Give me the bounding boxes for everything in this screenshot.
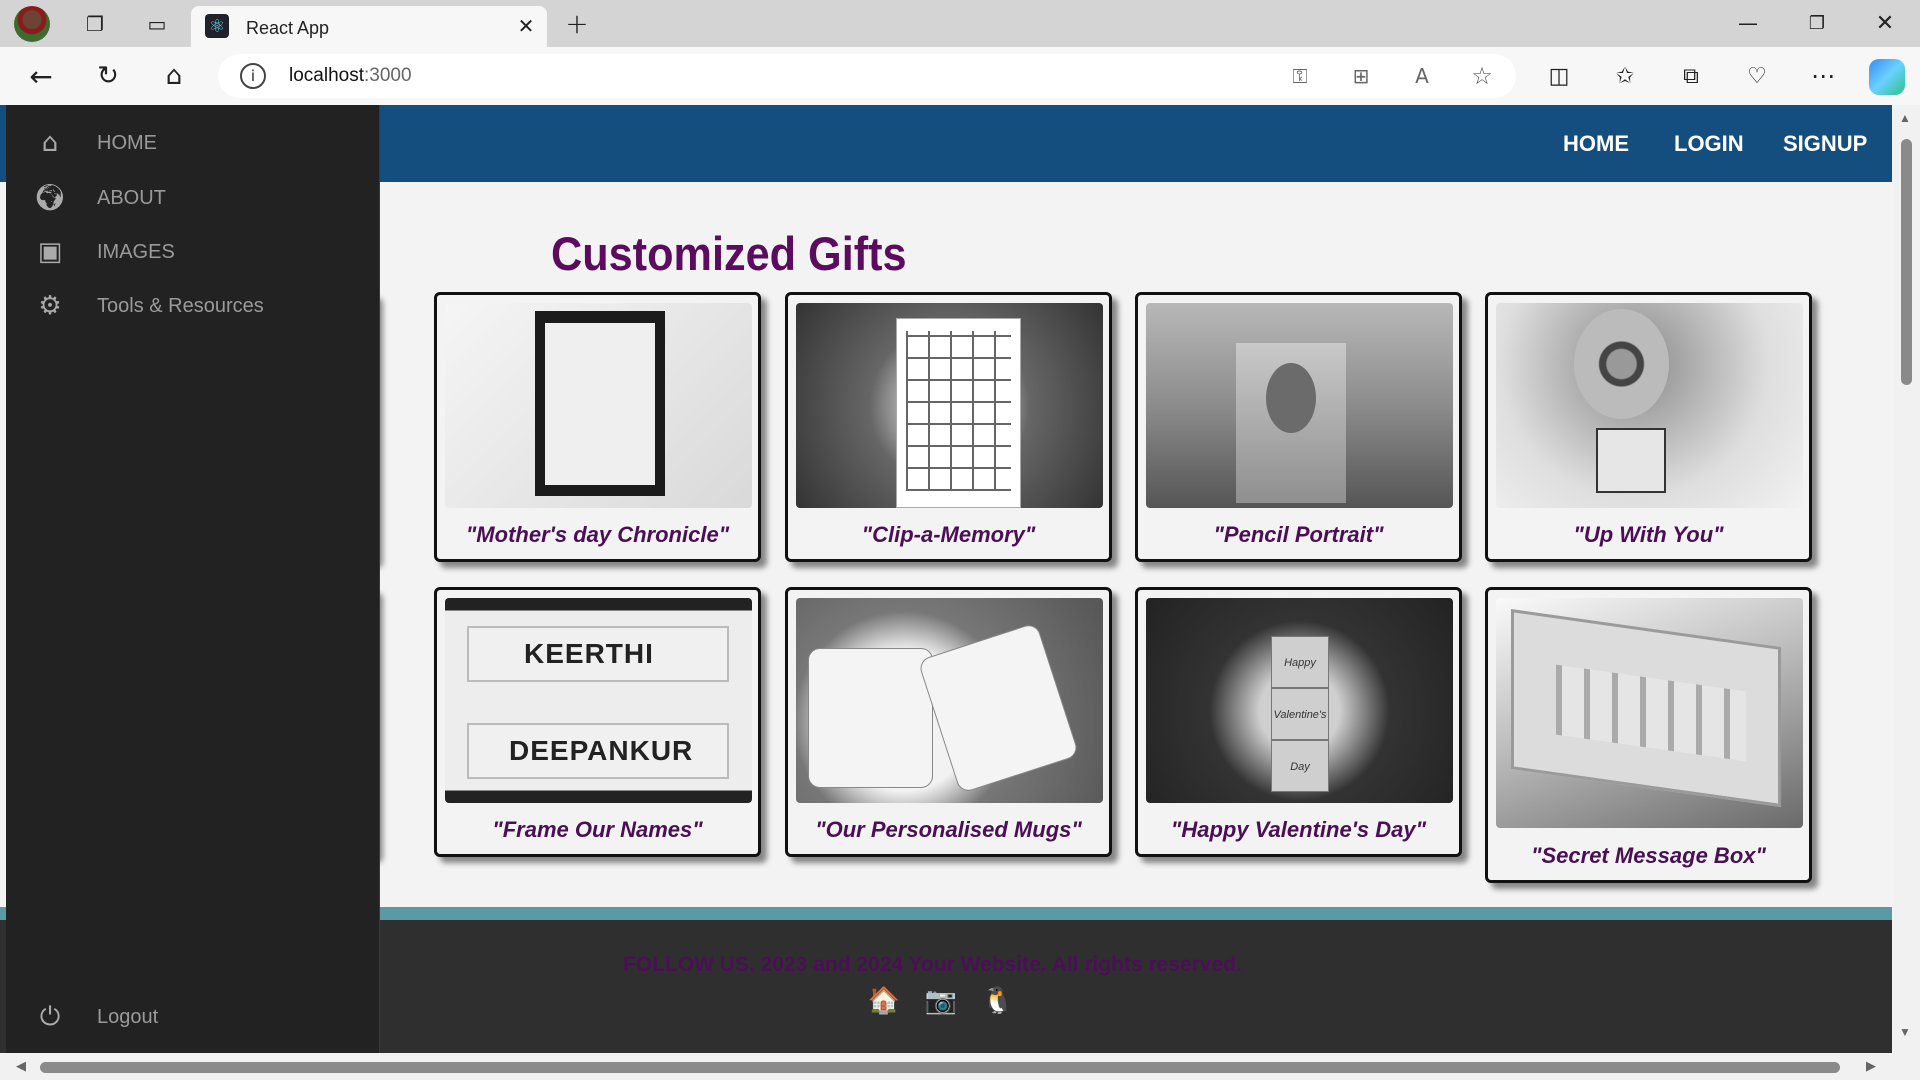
gift-caption: "Our Personalised Mugs" — [815, 817, 1082, 842]
scroll-down-arrow-icon[interactable]: ▼ — [1899, 1025, 1911, 1039]
favorite-star-icon[interactable]: ☆ — [1468, 62, 1496, 90]
mothers-day-chronicle-image — [445, 303, 752, 508]
vertical-scrollbar[interactable]: ▲ ▼ — [1893, 105, 1920, 1053]
address-bar[interactable]: i localhost:3000 ⚿ ⊞ A ☆ — [218, 54, 1516, 98]
gift-card[interactable]: "Up With You" — [1485, 292, 1812, 562]
gift-card[interactable]: KEERTHI DEEPANKUR "Frame Our Names" — [434, 587, 761, 857]
url-port: :3000 — [364, 65, 412, 86]
minimize-icon[interactable]: — — [1733, 8, 1763, 38]
split-screen-icon[interactable]: ◫ — [1543, 60, 1575, 92]
scroll-right-arrow-icon[interactable]: ▶ — [1866, 1058, 1876, 1074]
vertical-scroll-thumb[interactable] — [1901, 139, 1912, 385]
browser-toolbar: ← ↻ ⌂ i localhost:3000 ⚿ ⊞ A ☆ ◫ ✩ ⧉ ♡ ⋯ — [0, 47, 1920, 105]
sidebar-item-label: Tools & Resources — [97, 295, 264, 317]
gift-caption: "Clip-a-Memory" — [861, 522, 1036, 547]
favorites-icon[interactable]: ✩ — [1609, 60, 1641, 92]
tab-title: React App — [246, 18, 330, 38]
react-favicon-icon: ⚛ — [205, 14, 229, 38]
gift-card[interactable]: "Mother's day Chronicle" — [434, 292, 761, 562]
scroll-left-arrow-icon[interactable]: ◀ — [16, 1058, 26, 1074]
restore-icon[interactable]: ❐ — [1802, 8, 1832, 38]
more-options-icon[interactable]: ⋯ — [1807, 60, 1839, 92]
nameplate-text: KEERTHI — [524, 638, 654, 669]
gift-caption: "Mother's day Chronicle" — [465, 522, 730, 547]
camera-icon: ▣ — [37, 237, 63, 267]
gift-card[interactable]: "Secret Message Box" — [1485, 587, 1812, 883]
sidebar-item-images[interactable]: ▣ IMAGES — [6, 230, 380, 274]
sidebar-item-home[interactable]: ⌂ HOME — [6, 121, 380, 165]
reload-icon[interactable]: ↻ — [92, 60, 124, 92]
gift-card[interactable]: Happy Valentine's Day "Happy Valentine's… — [1135, 587, 1462, 857]
nav-login-link[interactable]: LOGIN — [1674, 131, 1744, 157]
happy-valentines-day-image: Happy Valentine's Day — [1146, 598, 1453, 803]
cube-text: Happy — [1271, 636, 1329, 688]
personalised-mugs-image — [796, 598, 1103, 803]
gift-caption: "Pencil Portrait" — [1213, 522, 1384, 547]
power-icon: ⏻ — [39, 1001, 61, 1032]
active-tab[interactable]: ⚛ React App ✕ — [191, 6, 547, 47]
window-close-icon[interactable]: ✕ — [1870, 8, 1900, 38]
scroll-up-arrow-icon[interactable]: ▲ — [1899, 111, 1911, 125]
camera-emoji-icon[interactable]: 📷 — [925, 985, 957, 1017]
up-with-you-image — [1496, 303, 1803, 508]
browser-tab-bar: ❐ ▭ ⚛ React App ✕ + — ❐ ✕ — [0, 0, 1920, 47]
page-title: Customized Gifts — [551, 227, 907, 280]
nameplate-text: DEEPANKUR — [509, 735, 694, 766]
cube-text: Valentine's — [1271, 688, 1329, 740]
sidebar-item-about[interactable]: 🌍︎ ABOUT — [6, 176, 380, 220]
pencil-portrait-image — [1146, 303, 1453, 508]
page-viewport: HOME LOGIN SIGNUP Customized Gifts " "Mo… — [0, 105, 1920, 1080]
browser-essentials-icon[interactable]: ♡ — [1741, 60, 1773, 92]
profile-avatar[interactable] — [14, 6, 50, 42]
gift-card[interactable]: "Clip-a-Memory" — [785, 292, 1112, 562]
sidebar: ⌂ HOME 🌍︎ ABOUT ▣ IMAGES ⚙ Tools & Resou… — [6, 105, 380, 1053]
clip-a-memory-image — [796, 303, 1103, 508]
house-emoji-icon[interactable]: 🏠 — [868, 985, 900, 1017]
page: HOME LOGIN SIGNUP Customized Gifts " "Mo… — [0, 105, 1895, 1053]
back-icon[interactable]: ← — [25, 60, 57, 93]
sidebar-item-tools-resources[interactable]: ⚙ Tools & Resources — [6, 284, 380, 328]
globe-icon: 🌍︎ — [33, 183, 67, 213]
gift-caption: "Up With You" — [1573, 522, 1724, 547]
url-host: localhost — [289, 65, 364, 86]
gift-caption: "Secret Message Box" — [1531, 843, 1766, 868]
nav-home-link[interactable]: HOME — [1563, 131, 1629, 157]
sidebar-item-label: Logout — [97, 1006, 159, 1028]
url-text[interactable]: localhost:3000 — [289, 65, 412, 87]
penguin-emoji-icon[interactable]: 🐧 — [982, 985, 1014, 1017]
cube-text: Day — [1271, 740, 1329, 792]
sidebar-item-label: HOME — [97, 132, 157, 154]
gift-card[interactable]: "Pencil Portrait" — [1135, 292, 1462, 562]
horizontal-scrollbar[interactable]: ◀ ▶ — [0, 1053, 1920, 1080]
sidebar-item-logout[interactable]: ⏻ Logout — [6, 995, 380, 1039]
secret-message-box-image — [1496, 598, 1803, 828]
password-key-icon[interactable]: ⚿ — [1286, 62, 1314, 90]
horizontal-scroll-thumb[interactable] — [40, 1062, 1840, 1073]
collections-icon[interactable]: ⧉ — [1675, 60, 1707, 92]
gift-card[interactable]: "Our Personalised Mugs" — [785, 587, 1112, 857]
workspaces-icon[interactable]: ❐ — [80, 9, 110, 39]
new-tab-icon[interactable]: + — [562, 7, 592, 40]
gift-caption: "Frame Our Names" — [492, 817, 703, 842]
read-aloud-icon[interactable]: A — [1408, 62, 1436, 90]
site-info-icon[interactable]: i — [240, 63, 266, 89]
gift-caption: "Happy Valentine's Day" — [1170, 817, 1427, 842]
sidebar-item-label: IMAGES — [97, 241, 175, 263]
frame-our-names-image: KEERTHI DEEPANKUR — [445, 598, 752, 803]
app-available-icon[interactable]: ⊞ — [1347, 62, 1375, 90]
sidebar-item-label: ABOUT — [97, 187, 166, 209]
nav-signup-link[interactable]: SIGNUP — [1783, 131, 1867, 157]
tab-actions-icon[interactable]: ▭ — [142, 9, 172, 39]
footer-text: FOLLOW US. 2023 and 2024 Your Website. A… — [623, 953, 1242, 976]
home-icon[interactable]: ⌂ — [158, 60, 190, 92]
home-icon: ⌂ — [41, 128, 59, 158]
tab-close-icon[interactable]: ✕ — [513, 13, 539, 39]
copilot-icon[interactable] — [1869, 59, 1905, 95]
gears-icon: ⚙ — [38, 291, 62, 321]
